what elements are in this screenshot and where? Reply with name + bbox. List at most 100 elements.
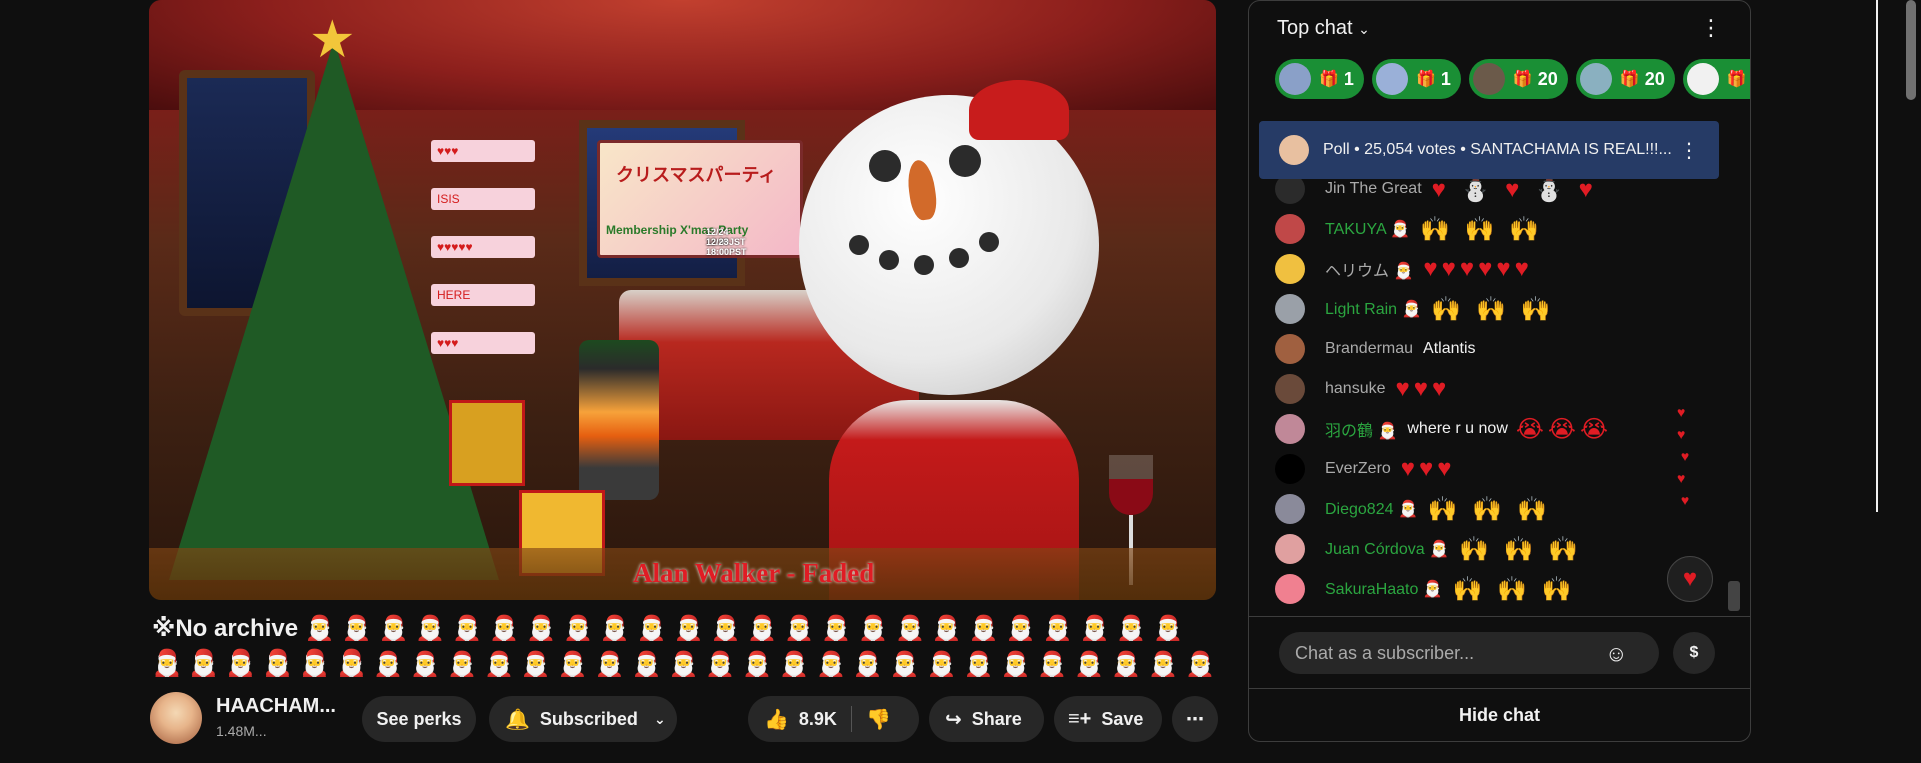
divider (1876, 0, 1878, 512)
chat-message[interactable]: EverZero ♥♥♥ (1275, 451, 1456, 487)
chevron-down-icon: ⌄ (1358, 21, 1370, 37)
super-chat-tickers: 🎁1🎁1🎁20🎁20🎁50 (1275, 59, 1750, 103)
like-icon[interactable]: 👍 (764, 707, 789, 732)
subscribed-button[interactable]: 🔔 Subscribed ⌄ (489, 696, 677, 742)
chat-author-avatar[interactable] (1275, 374, 1305, 404)
santa-emoji: 🎅 (410, 651, 441, 678)
save-button[interactable]: ≡+ Save (1054, 696, 1162, 742)
chat-message-emoji: ♥♥♥ (1400, 455, 1456, 482)
overlay-bubble: ISIS (431, 188, 535, 210)
gift-icon: 🎁 (1415, 71, 1436, 88)
ticker-amount: 1 (1440, 68, 1451, 89)
chat-message[interactable]: TAKUYA 🎅 🙌 🙌 🙌 (1275, 211, 1543, 247)
chat-author-name[interactable]: SakuraHaato 🎅 (1325, 579, 1443, 599)
santa-emoji: 🎅 (858, 615, 888, 642)
gift-icon: 🎁 (1726, 71, 1747, 88)
super-chat-ticker[interactable]: 🎁50 (1682, 59, 1750, 99)
chat-author-name[interactable]: ヘリウム 🎅 (1325, 257, 1413, 281)
chat-author-name[interactable]: Light Rain 🎅 (1325, 299, 1421, 319)
chat-message[interactable]: Brandermau Atlantis (1275, 331, 1484, 367)
santa-emoji: 🎅 (931, 615, 962, 642)
chat-author-avatar[interactable] (1275, 254, 1305, 284)
chat-author-name[interactable]: Diego824 🎅 (1325, 499, 1418, 519)
chat-input[interactable]: Chat as a subscriber... (1279, 632, 1659, 674)
chat-author-name[interactable]: Jin The Great (1325, 180, 1422, 198)
santa-emoji: 🎅 (894, 615, 925, 642)
title-text: ※No archive (152, 615, 299, 642)
chat-author-avatar[interactable] (1275, 534, 1305, 564)
santa-emoji: 🎅 (673, 615, 704, 642)
chat-author-avatar[interactable] (1275, 414, 1305, 444)
chat-author-name[interactable]: 羽の鶴 🎅 (1325, 417, 1397, 441)
see-perks-button[interactable]: See perks (362, 696, 476, 742)
chat-scrollbar[interactable] (1728, 581, 1740, 611)
title-emoji-row: 🎅🎅🎅🎅🎅🎅🎅🎅🎅🎅🎅🎅🎅🎅🎅🎅🎅🎅🎅🎅🎅🎅🎅🎅🎅🎅🎅🎅🎅🎅 (152, 651, 1212, 678)
gift-box (449, 400, 525, 486)
super-chat-ticker[interactable]: 🎁 20 (1575, 59, 1675, 99)
chat-author-avatar[interactable] (1275, 454, 1305, 484)
chat-message[interactable]: Light Rain 🎅 🙌 🙌 🙌 (1275, 291, 1554, 327)
super-chat-button[interactable]: $ (1673, 632, 1715, 674)
chevron-down-icon: ⌄ (653, 710, 666, 727)
santa-emoji: 🎅 (336, 651, 367, 678)
now-playing-text: Alan Walker - Faded (633, 558, 875, 588)
share-button[interactable]: ↪ Share (929, 696, 1044, 742)
chat-author-name[interactable]: EverZero (1325, 460, 1391, 478)
chat-message[interactable]: SakuraHaato 🎅 🙌 🙌 🙌 (1275, 571, 1576, 607)
event-banner: クリスマスパーティ Membership X'mas Party 12/24 1… (597, 140, 803, 258)
chat-author-name[interactable]: Juan Córdova 🎅 (1325, 539, 1449, 559)
emoji-icon[interactable]: ☺ (1605, 641, 1627, 667)
chat-author-name[interactable]: TAKUYA 🎅 (1325, 219, 1410, 239)
santa-emoji: 🎅 (526, 615, 556, 642)
chat-author-avatar[interactable] (1275, 294, 1305, 324)
santa-hat (969, 80, 1069, 140)
super-chat-ticker[interactable]: 🎁 1 (1275, 59, 1364, 99)
chat-message[interactable]: ヘリウム 🎅 ♥♥♥♥♥♥ (1275, 251, 1533, 287)
gift-icon: 🎁 (1619, 71, 1640, 88)
santa-emoji: 🎅 (1042, 615, 1073, 642)
now-playing-bar: Alan Walker - Faded (149, 548, 1216, 600)
chat-author-avatar[interactable] (1275, 574, 1305, 604)
chat-message[interactable]: Diego824 🎅 🙌 🙌 🙌 (1275, 491, 1551, 527)
santa-emoji: 🎅 (1153, 615, 1184, 642)
chat-menu-icon[interactable]: ⋮ (1700, 15, 1722, 41)
santa-emoji: 🎅 (378, 615, 409, 642)
banner-title: クリスマスパーティ (616, 165, 777, 185)
super-chat-ticker[interactable]: 🎁 1 (1371, 59, 1461, 99)
hide-chat-button[interactable]: Hide chat (1249, 688, 1750, 741)
chat-author-avatar[interactable] (1275, 334, 1305, 364)
chat-mode-label: Top chat (1277, 17, 1353, 39)
chat-message[interactable]: hansuke ♥♥♥ (1275, 371, 1450, 407)
chat-message[interactable]: 羽の鶴 🎅 where r u now 😭😭😭 (1275, 411, 1612, 447)
more-actions-button[interactable]: ⋯ (1172, 696, 1218, 742)
ticker-avatar (1472, 63, 1505, 95)
chat-message[interactable]: Juan Córdova 🎅 🙌 🙌 🙌 (1275, 531, 1582, 567)
heart-reaction-button[interactable]: ♥ (1667, 556, 1713, 602)
santa-emoji: 🎅 (747, 615, 778, 642)
chat-author-name[interactable]: Brandermau (1325, 340, 1413, 358)
chat-author-avatar[interactable] (1275, 494, 1305, 524)
snowman-eye (949, 145, 981, 177)
chat-author-avatar[interactable] (1275, 214, 1305, 244)
channel-avatar[interactable] (150, 692, 202, 744)
pinned-poll[interactable]: Poll • 25,054 votes • SANTACHAMA IS REAL… (1259, 121, 1719, 179)
santa-emoji: 🎅 (852, 651, 883, 678)
super-chat-ticker[interactable]: 🎁 20 (1468, 59, 1568, 99)
santa-emoji: 🎅 (710, 615, 741, 642)
ticker-amount: 20 (1644, 68, 1665, 89)
channel-name[interactable]: HAACHAM... (216, 695, 336, 718)
like-dislike-group: 👍 8.9K 👎 (748, 696, 919, 742)
dislike-icon[interactable]: 👎 (866, 707, 891, 732)
overlay-bubble: HERE (431, 284, 535, 306)
snowman-eye (869, 150, 901, 182)
poll-avatar (1279, 135, 1309, 165)
like-count[interactable]: 8.9K (799, 709, 837, 730)
chat-mode-selector[interactable]: Top chat ⌄ (1277, 17, 1370, 40)
chat-message-text: Atlantis (1423, 340, 1476, 357)
video-player[interactable]: ★ ♥♥♥ ISIS ♥♥♥♥♥ HERE ♥♥♥ クリスマスパーティ Memb… (149, 0, 1216, 600)
page-scrollbar[interactable] (1906, 0, 1916, 100)
poll-menu-icon[interactable]: ⋮ (1679, 138, 1699, 163)
chat-author-name[interactable]: hansuke (1325, 380, 1386, 398)
chat-message-emoji: 🙌 🙌 🙌 (1431, 295, 1555, 323)
ticker-avatar (1579, 63, 1612, 95)
